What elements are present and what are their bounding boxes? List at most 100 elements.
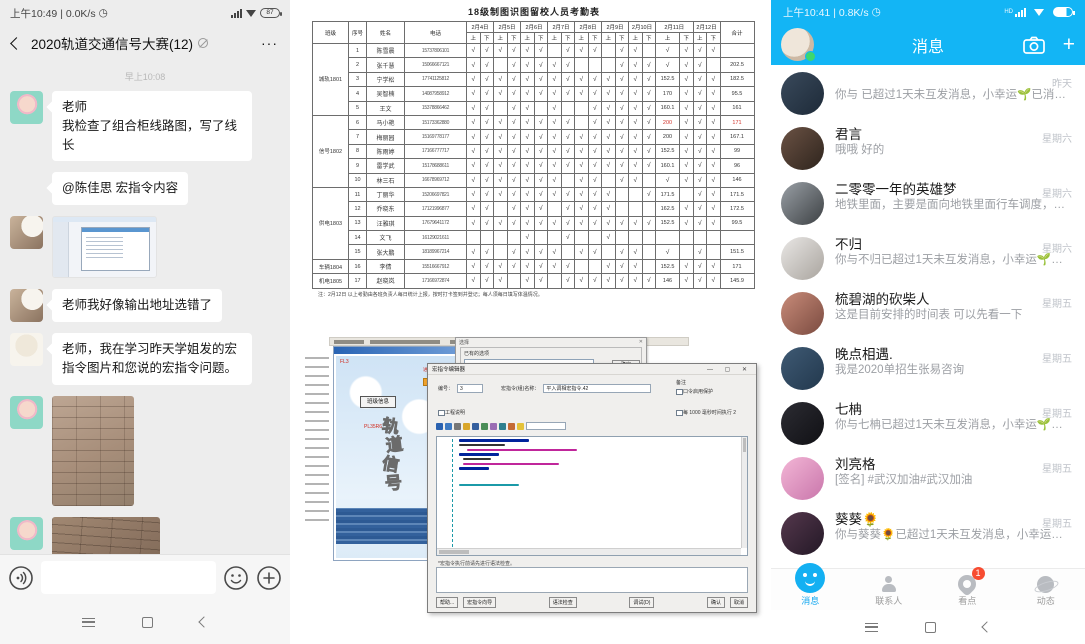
avatar[interactable] xyxy=(10,172,43,205)
table-row: 2张千慧15066667121√√√√√√√√√√√√√202.5 xyxy=(313,58,755,72)
my-avatar[interactable] xyxy=(781,28,814,61)
tab-moments[interactable]: 动态 xyxy=(1007,569,1085,610)
list-item[interactable]: 晚点相遇.星期五我是2020单招生张易咨询 xyxy=(771,340,1085,395)
checkbox-project: 工程说明 xyxy=(438,409,465,416)
chat-bubble[interactable]: 老师 我检查了组合柜线路图，写了线长 xyxy=(52,91,252,161)
wizard-button: 宏指令向导 xyxy=(463,597,496,608)
list-item[interactable]: 七柟星期五你与七柟已超过1天未互发消息，小幸运🌱已… xyxy=(771,395,1085,450)
contact-name: 君言 xyxy=(835,126,1035,143)
avatar[interactable] xyxy=(10,333,43,366)
android-menu-icon[interactable] xyxy=(865,623,878,632)
android-back-icon[interactable] xyxy=(198,616,209,627)
code-line xyxy=(463,458,491,461)
toolbar-icon xyxy=(472,423,479,430)
add-icon[interactable]: + xyxy=(1063,35,1075,55)
qq-header: 消息 + xyxy=(771,24,1085,65)
chat-bubble[interactable]: @陈佳思 宏指令内容 xyxy=(52,172,188,205)
tab-contacts[interactable]: 联系人 xyxy=(850,569,929,610)
android-home-icon[interactable] xyxy=(925,622,936,633)
toolbar-icon xyxy=(481,423,488,430)
avatar[interactable] xyxy=(10,289,43,322)
chat-image-photo[interactable] xyxy=(52,396,134,506)
code-line xyxy=(459,444,505,447)
list-item[interactable]: 不归星期六你与不归已超过1天未互发消息，小幸运🌱已… xyxy=(771,230,1085,285)
macro-editor-dialog: 宏指令编辑器 — ▢ ✕ 编号： 3 宏指令(组)名称： 平入调相宏指令.42 … xyxy=(427,363,757,613)
toolbar-search-input xyxy=(526,422,566,430)
message-preview: 你与七柟已超过1天未互发消息，小幸运🌱已… xyxy=(835,418,1067,433)
tab-kandian[interactable]: 看点 1 xyxy=(928,569,1007,610)
contact-name: 不归 xyxy=(835,236,1035,253)
message-preview: 我是2020单招生张易咨询 xyxy=(835,363,1067,378)
list-item[interactable]: 二零零一年的英雄梦星期六地铁里面，主要是面向地铁里面行车调度，但… xyxy=(771,175,1085,230)
number-input: 3 xyxy=(457,384,483,393)
voice-icon[interactable] xyxy=(8,565,34,591)
checkbox-password: 口令启用保护 xyxy=(676,388,713,395)
attendance-table-image[interactable]: 18级制图识图留校人员考勤表 班级序号姓名电话2月4日2月5日2月6日2月7日2… xyxy=(312,2,756,310)
contact-name: 二零零一年的英雄梦 xyxy=(835,181,1035,198)
avatar[interactable] xyxy=(781,237,824,280)
table-row: 15张大鹏18189967214√√√√√√√√√√√√151.5 xyxy=(313,245,755,259)
chat-image-screenshot[interactable] xyxy=(52,216,157,278)
chat-bubble[interactable]: 老师，我在学习昨天学姐发的宏指令图片和您说的宏指令问题。 xyxy=(52,333,252,385)
contact-name: 刘亮格 xyxy=(835,456,1035,473)
number-label: 编号： xyxy=(438,385,453,392)
dialog-title: 宏指令编辑器 xyxy=(432,365,465,373)
more-menu-button[interactable]: ··· xyxy=(261,35,278,51)
android-home-icon[interactable] xyxy=(142,617,153,628)
message-input[interactable] xyxy=(41,561,216,594)
message-preview: 哦哦 好的 xyxy=(835,143,1067,158)
avatar[interactable] xyxy=(10,91,43,124)
wechat-status-bar: 上午10:49 | 0.0K/s ◷ 87 xyxy=(0,0,290,26)
table-row: 城轨18011陈雪晨15737806101√√√√√√√√√√√√√√√ xyxy=(313,44,755,58)
message-time: 星期五 xyxy=(1042,405,1072,420)
android-menu-icon[interactable] xyxy=(82,618,95,627)
tab-messages[interactable]: 消息 xyxy=(771,569,850,610)
avatar[interactable] xyxy=(781,457,824,500)
picker-group-label: 已有的选项 xyxy=(464,351,489,357)
dialog-note: *宏指令执行前请先进行语法检查。 xyxy=(438,560,515,567)
avatar[interactable] xyxy=(10,216,43,249)
list-item[interactable]: 葵葵🌻星期五你与葵葵🌻已超过1天未互发消息，小幸运🌱… xyxy=(771,505,1085,560)
table-row: 3宁学松17741125812√√√√√√√√√√√√√√152.5√√√182… xyxy=(313,72,755,86)
contact-name xyxy=(835,71,1035,88)
plus-icon[interactable] xyxy=(256,565,282,591)
avatar[interactable] xyxy=(781,72,824,115)
software-screenshot-image[interactable]: FL3 班级信息 进入运行 PL35R6 轨道信号 选择✕ 已有的选项 画面1 … xyxy=(305,337,757,630)
qq-tab-bar: 消息 联系人 看点 1 动态 xyxy=(771,568,1085,610)
avatar[interactable] xyxy=(781,347,824,390)
avatar[interactable] xyxy=(781,402,824,445)
avatar[interactable] xyxy=(10,517,43,550)
table-row: 12乔晓东17121996877√√√√√√√√√162.5√√√172.5 xyxy=(313,202,755,216)
avatar[interactable] xyxy=(781,182,824,225)
list-item[interactable]: 君言星期六哦哦 好的 xyxy=(771,120,1085,175)
avatar[interactable] xyxy=(781,512,824,555)
table-row: 机电180517赵晓岚17166972874√√√√√√√√√√√√146√√√… xyxy=(313,274,755,288)
chat-bubble[interactable]: 老师我好像输出地址选错了 xyxy=(52,289,222,322)
list-item[interactable]: 昨天你与 已超过1天未互发消息，小幸运🌱已消… xyxy=(771,65,1085,120)
qq-status-bar: 上午10:41 | 0.8K/s ◷ HD xyxy=(771,0,1085,24)
emoji-icon[interactable] xyxy=(223,565,249,591)
camera-icon[interactable] xyxy=(1023,36,1045,54)
avatar[interactable] xyxy=(781,292,824,335)
qq-messages-panel: 上午10:41 | 0.8K/s ◷ HD 消息 + 昨天你与 已超过1天未互发… xyxy=(771,0,1085,644)
chat-image-photo[interactable] xyxy=(52,517,160,554)
chat-message-row: @陈佳思 宏指令内容 xyxy=(10,172,280,205)
chat-title: 2020轨道交通信号大赛(12) xyxy=(31,33,193,53)
avatar[interactable] xyxy=(10,396,43,429)
contact-name: 葵葵🌻 xyxy=(835,511,1035,528)
toolbar-icon xyxy=(517,423,524,430)
back-icon[interactable] xyxy=(10,37,23,50)
messages-tab-icon xyxy=(795,563,825,593)
android-back-icon[interactable] xyxy=(981,621,992,632)
code-line xyxy=(459,467,489,470)
picker-title: 选择 xyxy=(459,339,469,345)
message-preview: [签名] #武汉加油#武汉加油 xyxy=(835,473,1067,488)
notification-badge: 1 xyxy=(972,567,985,580)
table-row: 信号18026马小艳15173362880√√√√√√√√√√√√√200√√√… xyxy=(313,115,755,129)
list-item[interactable]: 刘亮格星期五[签名] #武汉加油#武汉加油 xyxy=(771,450,1085,505)
message-preview: 你与 已超过1天未互发消息，小幸运🌱已消… xyxy=(835,88,1067,103)
status-time-speed: 上午10:49 | 0.0K/s xyxy=(10,6,96,21)
list-item[interactable]: 梳碧湖的砍柴人星期五这是目前安排的时间表 可以先看一下 xyxy=(771,285,1085,340)
table-footnote: 注：2月12日 以上考勤由各班负责人每日统计上报，按时打卡签到并登记；每人须每日… xyxy=(312,289,756,298)
avatar[interactable] xyxy=(781,127,824,170)
